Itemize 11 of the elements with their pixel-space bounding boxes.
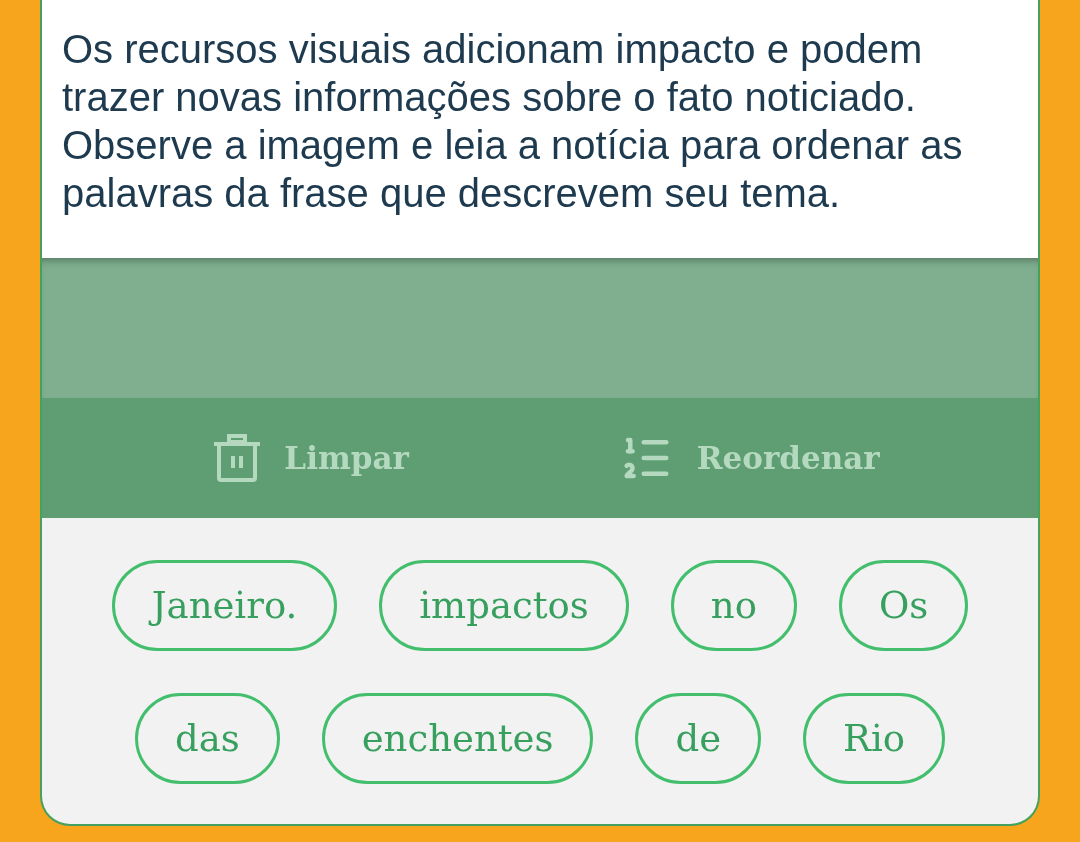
word-chip[interactable]: Janeiro. [111,560,338,651]
word-chip[interactable]: impactos [379,560,629,651]
word-chip[interactable]: enchentes [321,693,594,784]
answer-drop-field[interactable] [42,258,1038,398]
word-chip[interactable]: Os [838,560,969,651]
trash-icon [214,434,261,482]
word-chip[interactable]: no [670,560,797,651]
word-chip[interactable]: de [635,693,762,784]
word-chip[interactable]: Rio [803,693,946,784]
instructions-text: Os recursos visuais adicionam impacto e podem trazer novas informações sobre o fato noticiado. Observe a imagem e leia a notícia para ordenar as palavras da frase que descrevem seu tema. [62,26,964,217]
word-chip[interactable]: das [134,693,280,784]
